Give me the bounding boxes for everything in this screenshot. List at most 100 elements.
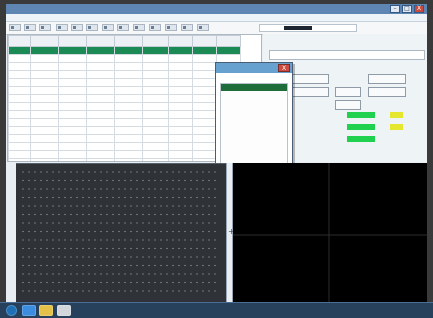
grid-dot [100, 179, 102, 182]
grid-dot [166, 196, 168, 199]
panel-button-6[interactable] [335, 100, 361, 110]
right-panel-input[interactable] [269, 50, 425, 60]
toolbar-settings-icon[interactable] [39, 24, 51, 31]
folder-icon[interactable] [39, 305, 53, 316]
grid-dot [130, 247, 132, 250]
table-row[interactable] [8, 158, 241, 161]
grid-dot [208, 239, 210, 241]
grid-dot [142, 196, 144, 199]
grid-dot [190, 196, 192, 199]
grid-dot [112, 230, 114, 233]
panel-button-1[interactable] [291, 74, 329, 84]
table-row[interactable] [8, 94, 241, 103]
panel-button-5[interactable] [368, 87, 406, 97]
table-row[interactable] [8, 134, 241, 143]
table-row[interactable] [8, 142, 241, 151]
grid-dot [58, 247, 60, 250]
grid-dot [214, 188, 216, 190]
grid-dot [172, 205, 174, 207]
dialog-list-item[interactable] [221, 147, 287, 154]
dialog-list-item[interactable] [221, 126, 287, 133]
grid-dot [166, 247, 168, 250]
desktop-screen: – □ X X + [6, 4, 427, 302]
dialog-list-item[interactable] [221, 105, 287, 112]
window-titlebar[interactable]: – □ X [6, 4, 427, 14]
grid-dot [40, 256, 42, 258]
grid-dot [82, 239, 84, 241]
table-row[interactable] [8, 126, 241, 135]
toolbar-cut-icon[interactable] [71, 24, 83, 31]
toolbar-info-icon[interactable] [197, 24, 209, 31]
toolbar-run-icon[interactable] [133, 24, 145, 31]
dialog-list-item[interactable] [221, 112, 287, 119]
toolbar-paste-icon[interactable] [102, 24, 114, 31]
grid-dot [94, 256, 96, 258]
taskbar [0, 302, 433, 318]
dialog-list-item[interactable] [221, 154, 287, 161]
toolbar-chart-icon[interactable] [165, 24, 177, 31]
grid-dot [178, 264, 180, 267]
grid-dot [28, 256, 30, 258]
panel-button-4[interactable] [335, 87, 361, 97]
table-row[interactable] [8, 102, 241, 111]
grid-dot [28, 247, 30, 250]
grid-dot [166, 179, 168, 182]
table-cell [142, 158, 169, 161]
dialog-list-item[interactable] [221, 84, 287, 91]
dialog-list-item[interactable] [221, 119, 287, 126]
panel-button-3[interactable] [291, 87, 329, 97]
grid-dot [94, 188, 96, 190]
table-row[interactable] [8, 62, 241, 71]
table-row[interactable] [8, 46, 241, 55]
app-icon[interactable] [57, 305, 71, 316]
toolbar-save-icon[interactable] [24, 24, 36, 31]
toolbar-stop-icon[interactable] [149, 24, 161, 31]
grid-dot [112, 188, 114, 190]
grid-dot [148, 205, 150, 207]
grid-dot [136, 239, 138, 241]
grid-dot [118, 239, 120, 241]
dialog-list-item[interactable] [221, 140, 287, 147]
windows-start-icon[interactable] [6, 305, 17, 316]
grid-dot [154, 273, 156, 275]
dialog-list-item[interactable] [221, 91, 287, 98]
table-row[interactable] [8, 150, 241, 159]
dialog-list-item[interactable] [221, 98, 287, 105]
table-row[interactable] [8, 110, 241, 119]
grid-dot [70, 179, 72, 182]
grid-dot [100, 188, 102, 190]
status-value [284, 26, 312, 30]
table-cell [86, 150, 115, 159]
grid-dot [76, 256, 78, 258]
table-row[interactable] [8, 86, 241, 95]
grid-dot [46, 188, 48, 190]
grid-dot [202, 247, 204, 250]
grid-dot [106, 205, 108, 207]
grid-dot [190, 273, 192, 275]
toolbar-grid-icon[interactable] [181, 24, 193, 31]
toolbar-copy-icon[interactable] [86, 24, 98, 31]
table-row[interactable] [8, 70, 241, 79]
close-button[interactable]: X [414, 5, 424, 13]
grid-dot [160, 247, 162, 250]
table-row[interactable] [8, 78, 241, 87]
grid-dot [28, 205, 30, 207]
grid-dot [94, 179, 96, 182]
table-row[interactable] [8, 54, 241, 63]
grid-dot [142, 273, 144, 275]
panel-button-2[interactable] [368, 74, 406, 84]
toolbar-open-icon[interactable] [9, 24, 21, 31]
minimize-button[interactable]: – [390, 5, 400, 13]
maximize-button[interactable]: □ [402, 5, 412, 13]
dialog-close-button[interactable]: X [278, 64, 290, 72]
dialog-list-item[interactable] [221, 133, 287, 140]
grid-dot [208, 196, 210, 199]
grid-dot [34, 188, 36, 190]
table-cell [114, 78, 143, 87]
table-row[interactable] [8, 118, 241, 127]
grid-dot [118, 256, 120, 258]
grid-dot [190, 264, 192, 267]
toolbar-edit-icon[interactable] [56, 24, 68, 31]
toolbar-zoom-icon[interactable] [117, 24, 129, 31]
browser-icon[interactable] [22, 305, 36, 316]
